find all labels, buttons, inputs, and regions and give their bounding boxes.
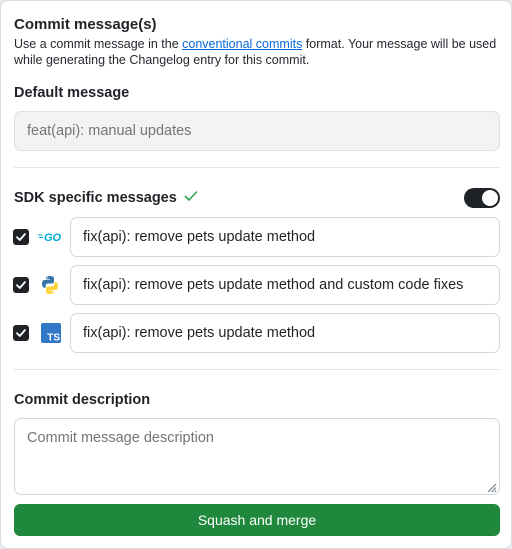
typescript-checkbox[interactable] — [13, 325, 29, 341]
commit-messages-intro: Use a commit message in the conventional… — [14, 36, 502, 68]
checkbox-check-icon — [16, 281, 26, 289]
go-icon: GO — [38, 225, 64, 249]
sdk-messages-toggle[interactable] — [464, 188, 500, 208]
default-message-input[interactable] — [14, 111, 500, 151]
check-mark-icon — [183, 188, 199, 209]
commit-messages-title: Commit message(s) — [14, 16, 157, 33]
python-checkbox[interactable] — [13, 277, 29, 293]
typescript-message-input[interactable] — [70, 313, 500, 353]
divider — [14, 369, 500, 370]
checkbox-check-icon — [16, 233, 26, 241]
svg-text:TS: TS — [47, 333, 60, 344]
divider — [14, 167, 500, 168]
commit-description-label: Commit description — [14, 392, 151, 408]
go-checkbox[interactable] — [13, 229, 29, 245]
svg-text:GO: GO — [44, 232, 62, 244]
typescript-icon: TS — [39, 321, 63, 345]
python-icon — [38, 273, 62, 297]
sdk-messages-label: SDK specific messages — [14, 190, 177, 206]
toggle-knob — [482, 190, 498, 206]
conventional-commits-link[interactable]: conventional commits — [182, 37, 302, 51]
default-message-label: Default message — [14, 85, 130, 101]
resize-handle-icon[interactable] — [485, 480, 497, 498]
intro-text-before: Use a commit message in the — [14, 37, 183, 51]
commit-panel: Commit message(s) Use a commit message i… — [0, 0, 512, 549]
checkbox-check-icon — [16, 329, 26, 337]
go-message-input[interactable] — [70, 217, 500, 257]
commit-description-textarea[interactable] — [14, 418, 500, 495]
python-message-input[interactable] — [70, 265, 500, 305]
squash-and-merge-button[interactable]: Squash and merge — [14, 504, 500, 536]
